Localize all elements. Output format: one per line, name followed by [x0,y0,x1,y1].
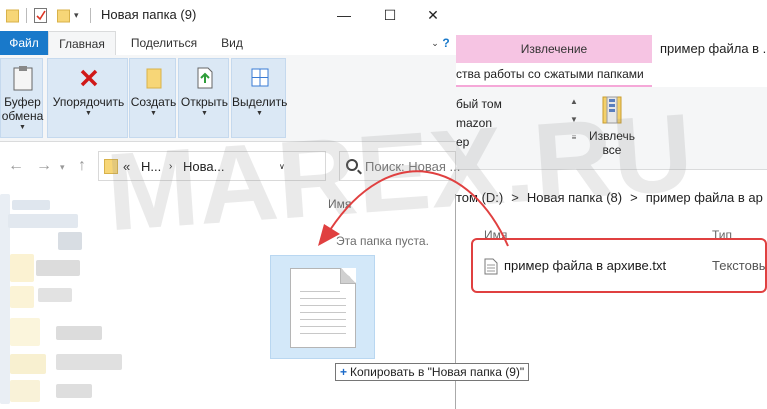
quick-access-separator [26,8,27,23]
document-line [300,312,346,313]
extract-all-label: Извлечь все [588,129,635,157]
quick-access-separator [90,8,91,23]
window-titlebar: ▾ Новая папка (9) — ☐ ✕ [0,0,456,31]
chevron-down-icon: ▼ [19,124,26,131]
ribbon-group-select: Выделить ▼ [231,58,287,138]
open-label: Открыть [180,95,229,109]
plus-icon: + [340,365,348,379]
document-line [300,298,346,299]
nav-pane-blur [10,380,40,402]
ribbon-tabs: Файл Главная Поделиться Вид ⌄ ? [0,31,456,55]
nav-pane-blur [56,326,102,340]
folder-icon [104,159,118,174]
nav-pane-blur [36,260,80,276]
minimize-button[interactable]: — [321,0,367,31]
document-fold [340,268,356,284]
document-line [300,319,346,320]
destination-item[interactable]: бый том [456,95,568,114]
select-button[interactable]: Выделить ▼ [232,59,287,119]
tab-view[interactable]: Вид [212,31,252,55]
document-line [300,305,346,306]
drag-arrow-head [318,224,340,246]
organize-label: Упорядочить [52,95,125,109]
breadcrumb-archive[interactable]: пример файла в ар [646,190,763,205]
address-bar[interactable]: « Н... › Нова... ∨ ↻ [98,151,414,181]
forward-arrow-icon[interactable]: → [36,157,52,175]
document-line [300,333,346,334]
breadcrumb-folder[interactable]: Новая папка (8) [527,190,622,205]
breadcrumb-separator[interactable]: > [630,190,638,205]
maximize-button[interactable]: ☐ [367,0,413,31]
archive-window-title: пример файла в ... [660,41,767,56]
nav-pane-blur [38,288,72,302]
nav-pane-blur [8,214,78,228]
drag-arrow-path [329,170,509,247]
back-arrow-icon[interactable]: ← [8,157,24,175]
address-dropdown-icon[interactable]: ∨ [279,162,285,171]
clipboard-icon [12,65,34,91]
nav-pane-blur [58,232,82,250]
nav-pane-blur [12,200,50,210]
extract-all-button[interactable]: Извлечь все [584,93,640,165]
nav-pane-blur [10,354,46,374]
extract-zip-icon [600,95,624,125]
document-line [300,326,346,327]
address-part-1[interactable]: Н... [141,159,161,174]
close-button[interactable]: ✕ [410,0,456,31]
ribbon-group-clipboard: Буфер обмена ▼ [0,58,43,138]
chevron-down-icon: ▼ [85,110,92,117]
new-folder-icon [143,65,165,91]
copy-tooltip-text: Копировать в "Новая папка (9)" [350,365,525,379]
archive-ribbon-tabs: Извлечение пример файла в ... [456,33,767,63]
nav-pane-blur [10,286,34,308]
ribbon-group-organize: Упорядочить ▼ [47,58,128,138]
open-button[interactable]: Открыть ▼ [179,59,230,119]
nav-pane-blur [10,254,34,282]
text-document-icon [290,268,356,348]
open-icon [194,65,216,91]
new-label: Создать [130,95,177,109]
up-arrow-icon[interactable]: ↑ [78,157,86,175]
nav-pane-blur [10,318,40,346]
select-grid-icon [249,65,271,91]
properties-icon[interactable] [34,8,47,23]
drag-arrow [318,170,509,247]
address-separator-icon: › [169,161,173,172]
home-ribbon: Буфер обмена ▼ Упорядочить ▼ Создать ▼ О… [0,55,456,142]
clipboard-button[interactable]: Буфер обмена ▼ [1,59,44,133]
destination-item[interactable]: mazon [456,114,568,133]
delete-x-icon [78,65,100,91]
organize-button[interactable]: Упорядочить ▼ [48,59,129,119]
extract-destination-list[interactable]: бый том mazon ер [456,95,568,152]
new-button[interactable]: Создать ▼ [130,59,177,119]
ribbon-group-open: Открыть ▼ [178,58,229,138]
quick-access-dropdown-icon[interactable]: ▾ [74,8,87,23]
new-folder-icon[interactable] [57,8,70,23]
chevron-down-icon: ▼ [201,110,208,117]
clipboard-label: Буфер обмена [1,95,44,123]
select-label: Выделить [232,95,288,109]
tab-file[interactable]: Файл [0,31,48,55]
address-overflow-chevron[interactable]: « [123,159,130,174]
tab-extract[interactable]: Извлечение [456,35,652,63]
recent-locations-icon[interactable]: ▾ [60,162,65,173]
chevron-down-icon: ▼ [150,110,157,117]
ribbon-group-new: Создать ▼ [129,58,176,138]
nav-pane-blur [56,384,92,398]
copy-tooltip: + Копировать в "Новая папка (9)" [335,363,530,381]
destination-scroll-arrows[interactable]: ▲ ▼ ≡ [568,93,580,153]
document-line [300,291,340,292]
window-title: Новая папка (9) [101,7,197,22]
folder-icon [6,8,19,23]
address-part-2[interactable]: Нова... [183,159,224,174]
tab-share[interactable]: Поделиться [124,31,204,55]
compressed-folder-tools-label[interactable]: ства работы со сжатыми папками [456,63,652,87]
dragged-file-ghost [270,255,375,359]
tab-home[interactable]: Главная [48,31,116,55]
help-icon[interactable]: ? [438,31,454,55]
nav-pane-blur [56,354,122,370]
archive-titlebar [456,0,767,33]
chevron-down-icon: ▼ [256,110,263,117]
